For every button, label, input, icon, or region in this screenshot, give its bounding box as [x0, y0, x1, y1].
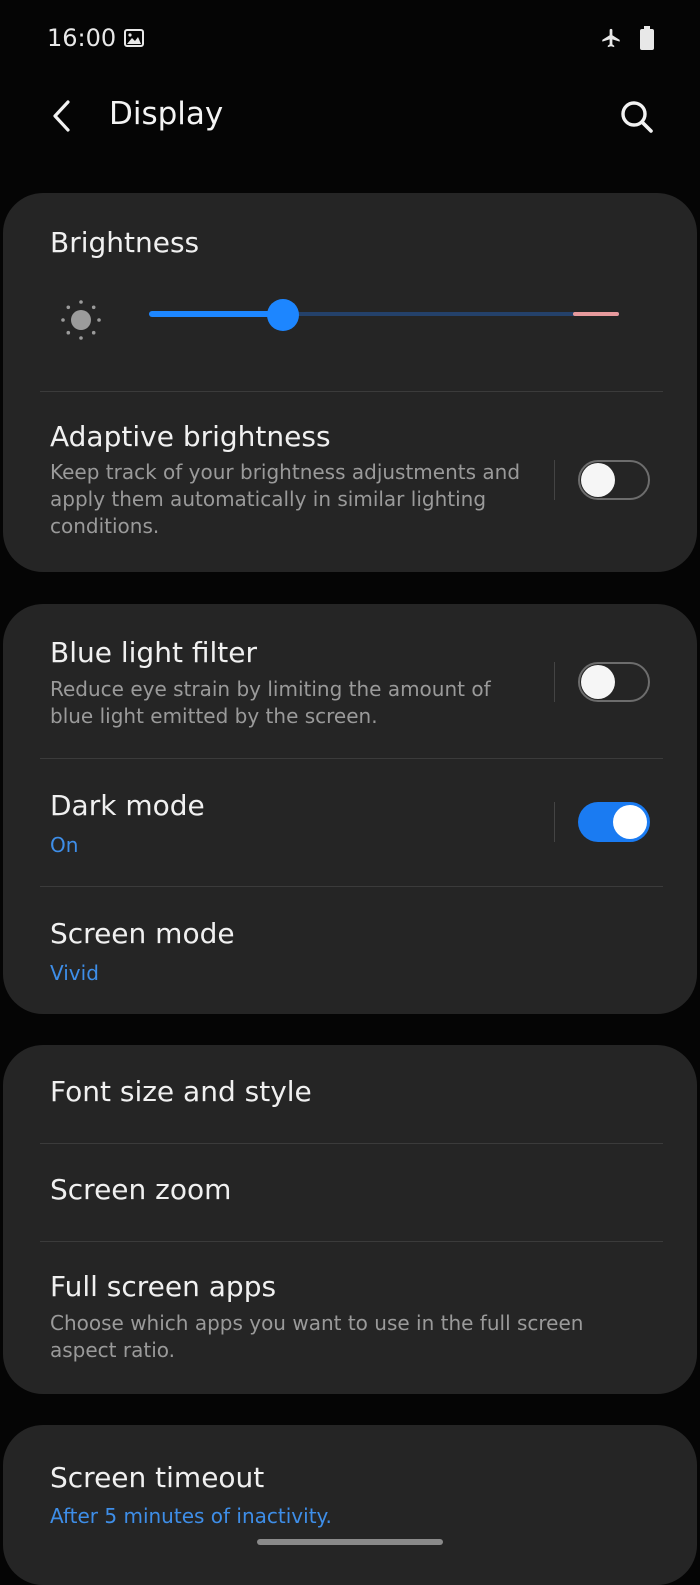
screen-mode-row[interactable]: Screen mode Vivid — [3, 887, 697, 1014]
toggle-knob — [581, 665, 615, 699]
screen-timeout-title: Screen timeout — [50, 1461, 265, 1494]
chevron-left-icon — [53, 100, 70, 132]
dark-mode-toggle[interactable] — [578, 802, 650, 842]
vertical-separator — [554, 802, 555, 842]
screen-mode-title: Screen mode — [50, 917, 235, 950]
adaptive-brightness-title: Adaptive brightness — [50, 420, 331, 453]
text-and-zoom-card: Font size and style Screen zoom Full scr… — [3, 1045, 697, 1394]
airplane-icon — [602, 28, 620, 48]
status-time: 16:00 — [47, 24, 117, 52]
toggle-knob — [581, 463, 615, 497]
full-screen-apps-title: Full screen apps — [50, 1270, 277, 1303]
screen-timeout-card: Screen timeout After 5 minutes of inacti… — [3, 1425, 697, 1585]
screen-zoom-title: Screen zoom — [50, 1173, 232, 1206]
full-screen-apps-row[interactable]: Full screen apps Choose which apps you w… — [3, 1242, 697, 1394]
screen-mode-value: Vivid — [50, 961, 99, 985]
blue-light-filter-title: Blue light filter — [50, 636, 257, 669]
font-size-style-title: Font size and style — [50, 1075, 312, 1108]
adaptive-brightness-row[interactable]: Adaptive brightness Keep track of your b… — [3, 392, 697, 572]
full-screen-apps-description: Choose which apps you want to use in the… — [50, 1311, 584, 1362]
image-icon — [124, 29, 144, 47]
status-bar: 16:00 — [0, 0, 700, 80]
page-title: Display — [109, 96, 224, 132]
home-indicator[interactable] — [257, 1539, 443, 1545]
slider-thumb[interactable] — [267, 299, 299, 331]
blue-light-filter-description: Reduce eye strain by limiting the amount… — [50, 677, 491, 728]
font-size-style-row[interactable]: Font size and style — [3, 1045, 697, 1143]
blue-light-filter-toggle[interactable] — [578, 662, 650, 702]
screen-timeout-row[interactable]: Screen timeout After 5 minutes of inacti… — [3, 1425, 697, 1545]
adaptive-brightness-description: Keep track of your brightness adjustment… — [50, 460, 521, 538]
slider-max-range — [573, 312, 619, 316]
vertical-separator — [554, 460, 555, 500]
battery-icon — [640, 26, 654, 50]
display-modes-card: Blue light filter Reduce eye strain by l… — [3, 604, 697, 1014]
brightness-title: Brightness — [50, 226, 200, 259]
dark-mode-title: Dark mode — [50, 789, 205, 822]
dark-mode-row[interactable]: Dark mode On — [3, 759, 697, 886]
adaptive-brightness-toggle[interactable] — [578, 460, 650, 500]
search-button[interactable] — [614, 94, 660, 140]
brightness-card: Brightness Adaptive brightness Keep trac… — [3, 193, 697, 572]
vertical-separator — [554, 662, 555, 702]
screen-timeout-value: After 5 minutes of inactivity. — [50, 1504, 332, 1528]
toggle-knob — [613, 805, 647, 839]
back-button[interactable] — [40, 94, 84, 138]
app-bar: Display — [0, 80, 700, 155]
sun-icon — [61, 300, 101, 340]
slider-fill — [149, 311, 283, 317]
brightness-slider[interactable] — [149, 299, 619, 331]
blue-light-filter-row[interactable]: Blue light filter Reduce eye strain by l… — [3, 604, 697, 758]
dark-mode-value: On — [50, 833, 79, 857]
screen-zoom-row[interactable]: Screen zoom — [3, 1144, 697, 1241]
search-icon — [621, 101, 653, 133]
